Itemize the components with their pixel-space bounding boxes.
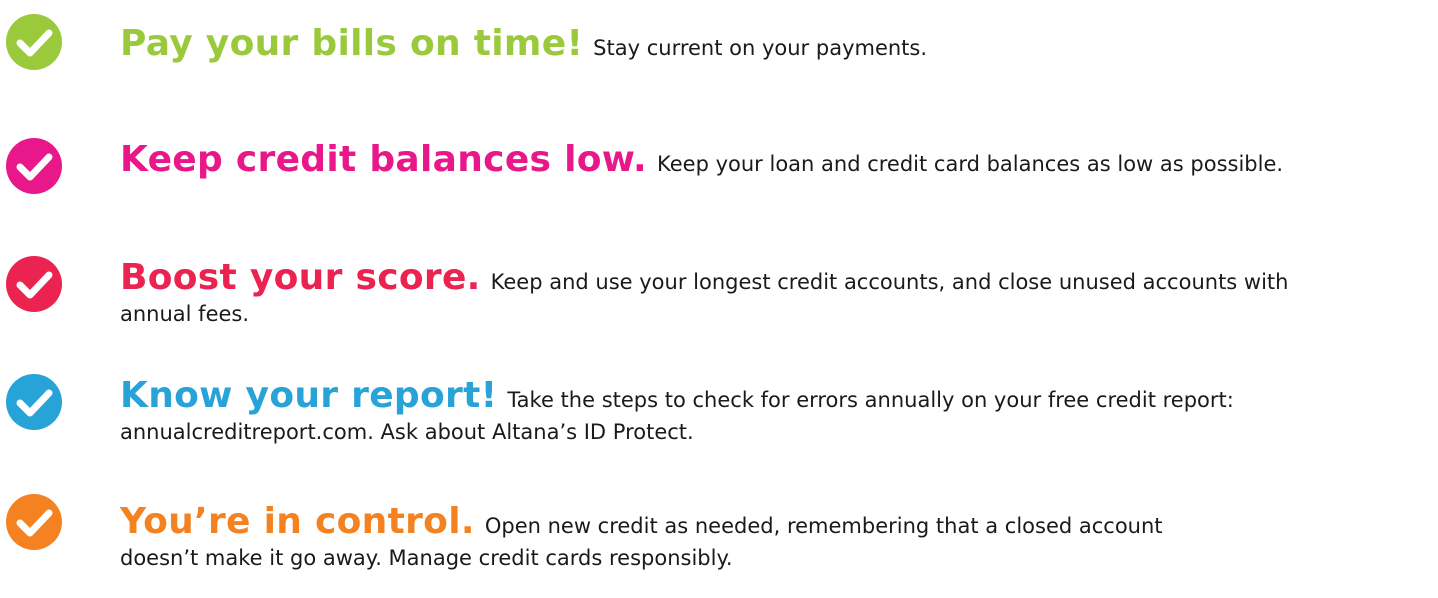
tip-heading: Pay your bills on time!: [120, 23, 584, 64]
tip-heading: Know your report!: [120, 375, 498, 416]
check-circle-icon: [6, 138, 62, 194]
tip-body: Keep your loan and credit card balances …: [657, 152, 1284, 176]
tip-text: Know your report! Take the steps to check…: [120, 378, 1420, 448]
tip-text: Keep credit balances low. Keep your loan …: [120, 142, 1300, 180]
tip-heading: Keep credit balances low.: [120, 139, 648, 180]
check-circle-icon: [6, 494, 62, 550]
tip-heading: You’re in control.: [120, 501, 475, 542]
check-circle-icon: [6, 374, 62, 430]
tip-text: Boost your score. Keep and use your longe…: [120, 260, 1320, 330]
tip-body: Stay current on your payments.: [593, 36, 928, 60]
check-circle-icon: [6, 14, 62, 70]
check-circle-icon: [6, 256, 62, 312]
tip-text: You’re in control. Open new credit as nee…: [120, 504, 1180, 574]
tip-heading: Boost your score.: [120, 257, 481, 298]
tip-text: Pay your bills on time! Stay current on y…: [120, 26, 1420, 64]
